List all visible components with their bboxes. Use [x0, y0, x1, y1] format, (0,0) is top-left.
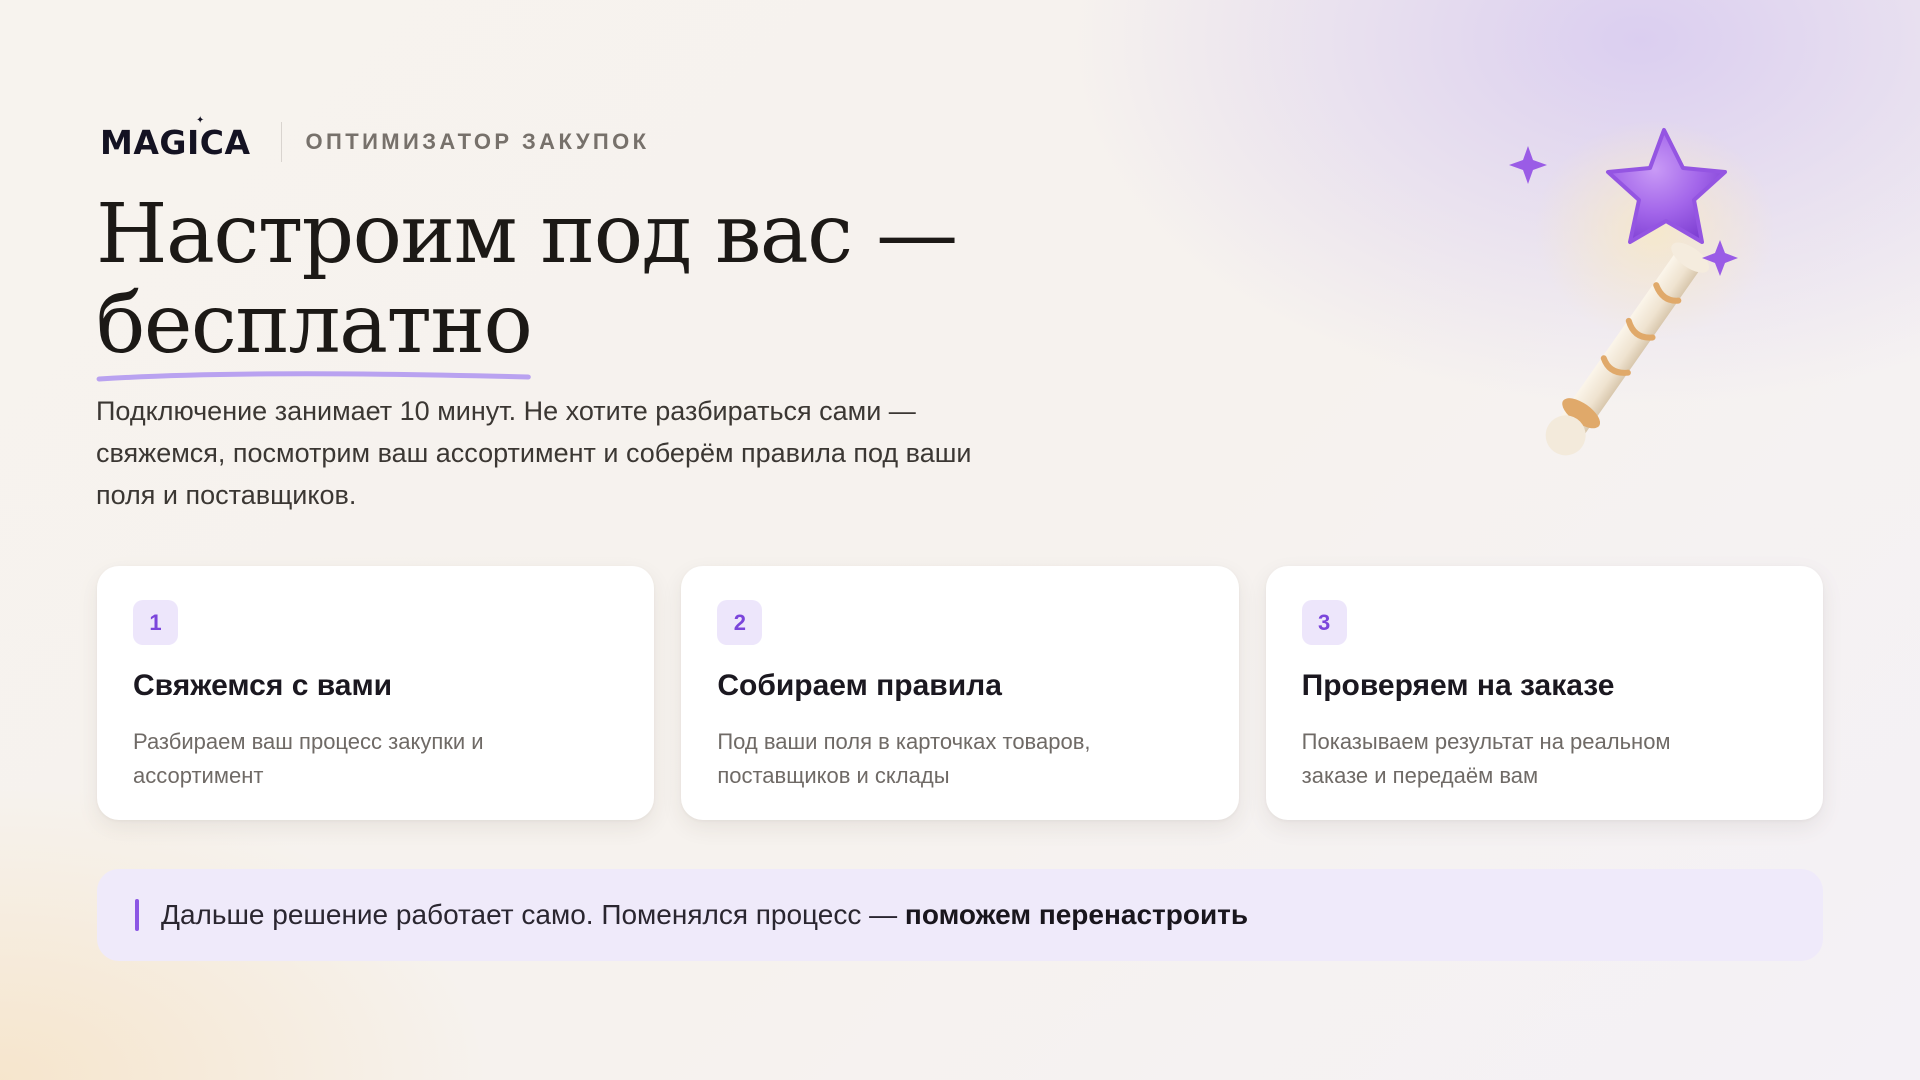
title-line-2-wrapper: бесплатно — [96, 277, 533, 382]
step-description: Показываем результат на реальном заказе … — [1301, 729, 1671, 788]
callout-accent-bar — [135, 899, 139, 931]
callout-text: Дальше решение работает само. Поменялся … — [161, 899, 1248, 931]
callout-text-main: Дальше решение работает само. Поменялся … — [161, 899, 905, 930]
title-line-1: Настроим под вас — — [96, 187, 958, 282]
title-underline-decoration — [96, 371, 531, 382]
brand-tagline: ОПТИМИЗАТОР ЗАКУПОК — [305, 129, 650, 154]
step-number-badge: 2 — [717, 600, 763, 645]
brand-logo: MAGICA ✦ — [100, 115, 251, 162]
brand-divider — [280, 122, 282, 162]
sparkle-icon — [1509, 146, 1547, 184]
step-title: Свяжемся с вами — [133, 669, 393, 702]
step-description: Разбираем ваш процесс закупки и ассортим… — [133, 729, 484, 788]
logo-sparkle-icon: ✦ — [196, 114, 205, 126]
step-number-badge: 3 — [1301, 600, 1347, 645]
title-line-2: бесплатно — [96, 277, 533, 372]
magic-wand-icon — [1509, 120, 1775, 456]
brand-header: MAGICA ✦ ОПТИМИЗАТОР ЗАКУПОК — [100, 115, 650, 166]
step-card: 3 Проверяем на заказе Показываем результ… — [1265, 566, 1823, 820]
page-title: Настроим под вас — бесплатно — [96, 187, 958, 382]
step-card: 2 Собираем правила Под ваши поля в карто… — [681, 566, 1239, 820]
step-number-badge: 1 — [133, 600, 178, 645]
step-title: Собираем правила — [717, 669, 1002, 702]
hero-subtitle: Подключение занимает 10 минут. Не хотите… — [96, 396, 972, 510]
info-callout: Дальше решение работает само. Поменялся … — [97, 869, 1823, 961]
steps-section: 1 Свяжемся с вами Разбираем ваш процесс … — [97, 566, 1823, 820]
step-title: Проверяем на заказе — [1301, 669, 1615, 702]
step-card: 1 Свяжемся с вами Разбираем ваш процесс … — [97, 566, 655, 820]
callout-text-emphasis: поможем перенастроить — [904, 899, 1249, 930]
step-description: Под ваши поля в карточках товаров, поста… — [717, 729, 1091, 788]
logo-text: MAGICA — [100, 122, 251, 162]
